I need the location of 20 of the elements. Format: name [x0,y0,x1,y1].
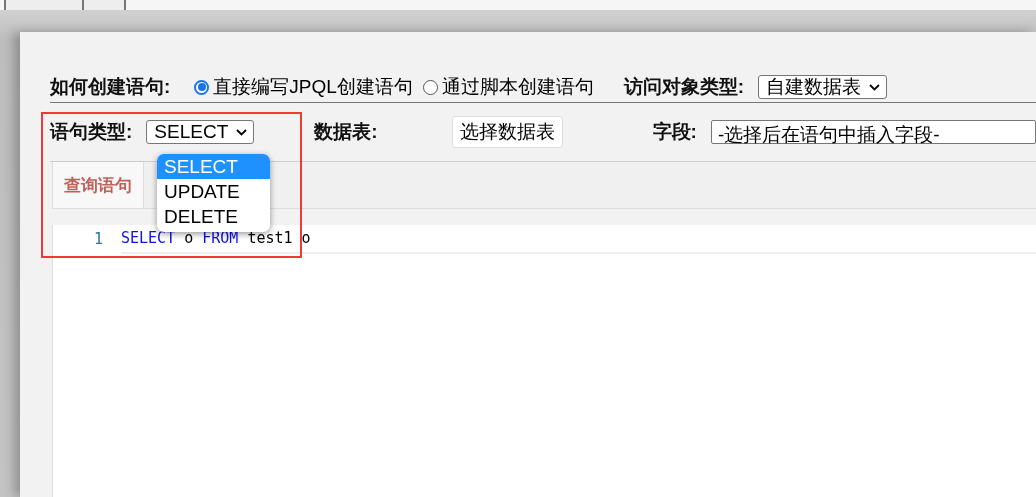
window-tab[interactable] [4,0,84,10]
line-number: 1 [92,230,104,248]
radio-button[interactable] [422,79,438,95]
dropdown-option[interactable]: UPDATE [157,179,270,204]
statement-type-select[interactable]: SELECT [146,120,255,144]
object-type-select[interactable]: 自建数据表 [758,75,888,99]
field-label: 语句类型: [50,120,133,144]
field-label: 数据表: [314,120,378,144]
radio-option[interactable]: 直接编写JPQL创建语句 [194,74,413,100]
radio-option[interactable]: 通过脚本创建语句 [422,74,594,100]
field-label: 字段: [652,120,697,144]
chevron-down-icon [236,128,248,136]
select-table-button[interactable]: 选择数据表 [451,116,563,148]
field-label: 访问对象类型: [623,75,745,99]
editor-tab[interactable]: 查询语句 [52,162,144,208]
chevron-down-icon [869,83,881,91]
window-tab[interactable] [84,0,126,10]
field-select[interactable]: -选择后在语句中插入字段- [710,120,1036,144]
field-label: 如何创建语句: [50,75,171,99]
radio-button[interactable] [194,79,210,95]
